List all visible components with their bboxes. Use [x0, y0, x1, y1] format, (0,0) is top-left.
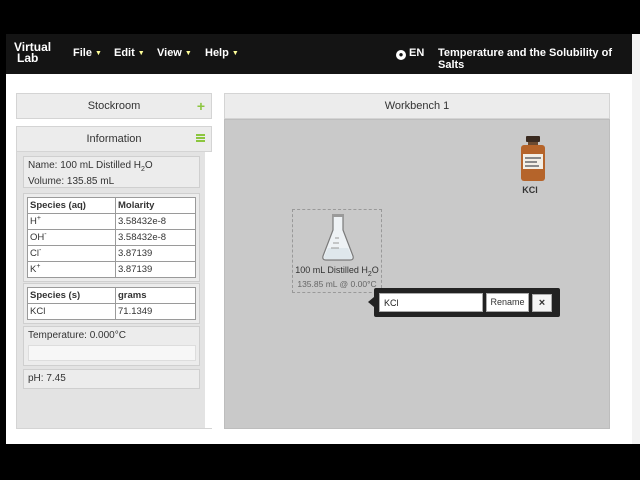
caret-down-icon: ▼ [137, 50, 145, 57]
solid-species-table: Species (s) grams KCl 71.1349 [27, 287, 196, 320]
table-row: Cl- 3.87139 [27, 245, 196, 262]
rename-popover: Rename × [368, 288, 560, 317]
aq-species-card: Species (aq) Molarity H+ 3.58432e-8 OH- … [23, 193, 200, 282]
molarity-header[interactable]: Molarity [115, 197, 196, 214]
solid-species-card: Species (s) grams KCl 71.1349 [23, 283, 200, 324]
species-cell: KCl [27, 303, 116, 320]
species-cell: OH- [27, 229, 116, 246]
globe-icon: ● [396, 50, 406, 60]
menu-help[interactable]: Help ▼ [205, 47, 239, 59]
rename-input[interactable] [379, 293, 483, 312]
value-cell: 3.87139 [115, 261, 196, 278]
value-cell: 3.58432e-8 [115, 229, 196, 246]
flask-label: 100 mL Distilled H2O 135.85 mL @ 0.00°C [281, 265, 393, 289]
flask-icon[interactable] [321, 214, 355, 265]
solid-species-header: Species (s) [27, 287, 116, 304]
menu-view[interactable]: View ▼ [157, 47, 192, 59]
ph-label: pH: 7.45 [28, 373, 66, 384]
table-row: K+ 3.87139 [27, 261, 196, 278]
value-cell: 3.58432e-8 [115, 213, 196, 230]
scrollbar[interactable] [205, 152, 212, 428]
menu-help-label: Help [205, 47, 229, 59]
caret-down-icon: ▼ [94, 50, 102, 57]
information-header[interactable]: Information [16, 126, 212, 152]
table-row: OH- 3.58432e-8 [27, 229, 196, 246]
language-selector[interactable]: ● EN [396, 47, 424, 60]
flask-name: 100 mL Distilled H2O [295, 265, 379, 278]
menu-file-label: File [73, 47, 92, 59]
species-cell: Cl- [27, 245, 116, 262]
solution-name-card: Name: 100 mL Distilled H2O Volume: 135.8… [23, 156, 200, 188]
aq-species-header: Species (aq) [27, 197, 116, 214]
bottle-label: KCl [522, 185, 538, 195]
aq-species-table: Species (aq) Molarity H+ 3.58432e-8 OH- … [27, 197, 196, 278]
logo[interactable]: Virtual Lab [14, 41, 56, 65]
table-row: KCl 71.1349 [27, 303, 196, 320]
species-cell: K+ [27, 261, 116, 278]
stockroom-header[interactable]: Stockroom + [16, 93, 212, 119]
caret-down-icon: ▼ [231, 50, 239, 57]
app-frame: Virtual Lab File ▼ Edit ▼ View ▼ Help ▼ ● EN … [6, 34, 632, 444]
workbench-area[interactable]: KCl 100 mL Distilled H2O 135.85 mL @ 0.0… [224, 119, 610, 429]
temperature-bar [28, 345, 196, 361]
grams-header[interactable]: grams [115, 287, 196, 304]
value-cell: 3.87139 [115, 245, 196, 262]
workbench-header[interactable]: Workbench 1 [224, 93, 610, 119]
solution-volume: Volume: 135.85 mL [28, 176, 115, 187]
ph-card: pH: 7.45 [23, 369, 200, 389]
table-row: H+ 3.58432e-8 [27, 213, 196, 230]
stockroom-label: Stockroom [87, 100, 141, 112]
species-cell: H+ [27, 213, 116, 230]
menu-edit[interactable]: Edit ▼ [114, 47, 145, 59]
right-edge-strip [632, 34, 640, 444]
value-cell: 71.1349 [115, 303, 196, 320]
information-label: Information [86, 133, 142, 145]
information-panel: Name: 100 mL Distilled H2O Volume: 135.8… [16, 151, 212, 429]
plus-icon[interactable]: + [197, 94, 205, 118]
rename-button[interactable]: Rename [486, 293, 529, 312]
language-label: EN [409, 47, 425, 59]
hamburger-icon[interactable] [196, 134, 205, 142]
menu-view-label: View [157, 47, 182, 59]
navbar: Virtual Lab File ▼ Edit ▼ View ▼ Help ▼ ● EN … [6, 34, 632, 74]
solution-name: Name: 100 mL Distilled H2O [28, 160, 153, 173]
bottle-icon[interactable] [520, 136, 546, 185]
page-title: Temperature and the Solubility of Salts [438, 47, 612, 71]
close-icon[interactable]: × [532, 294, 552, 312]
temperature-card: Temperature: 0.000°C [23, 326, 200, 366]
caret-down-icon: ▼ [184, 50, 192, 57]
logo-line2: Lab [17, 51, 39, 65]
menu-edit-label: Edit [114, 47, 135, 59]
temperature-label: Temperature: 0.000°C [28, 330, 126, 341]
menu-file[interactable]: File ▼ [73, 47, 102, 59]
workbench-title: Workbench 1 [384, 100, 450, 112]
